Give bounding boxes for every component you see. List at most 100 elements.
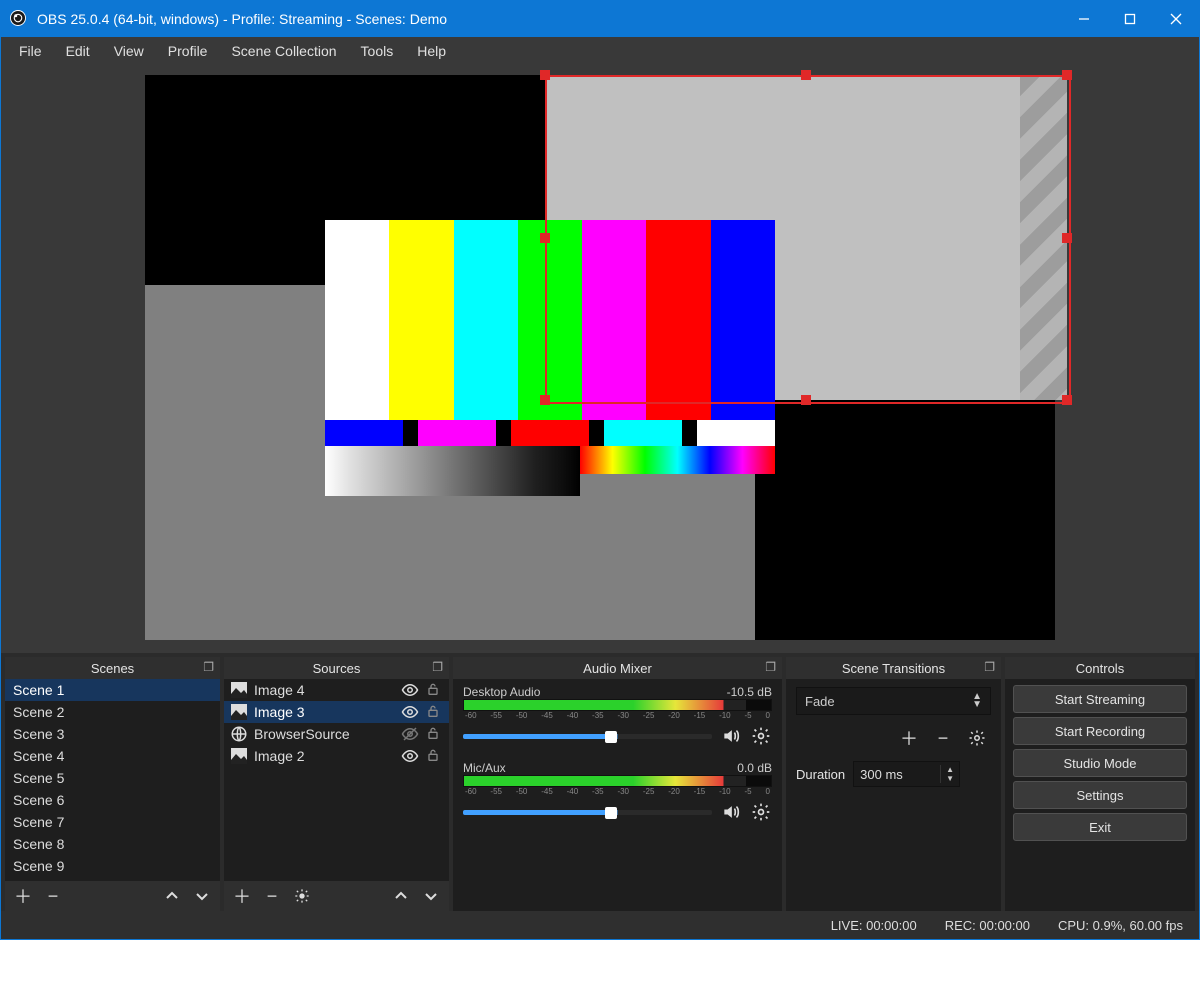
visibility-toggle-icon[interactable] xyxy=(401,681,419,699)
source-move-down-button[interactable] xyxy=(417,883,445,909)
status-cpu: CPU: 0.9%, 60.00 fps xyxy=(1058,918,1183,933)
audio-mixer-panel: Audio Mixer ❐ Desktop Audio-10.5 dB-60-5… xyxy=(453,657,782,911)
transition-remove-button[interactable]: − xyxy=(929,725,957,751)
scene-item[interactable]: Scene 9 xyxy=(5,855,220,877)
scene-item[interactable]: Scene 4 xyxy=(5,745,220,767)
start-streaming-button[interactable]: Start Streaming xyxy=(1013,685,1187,713)
chevron-updown-icon: ▲▼ xyxy=(972,693,982,709)
obs-window: OBS 25.0.4 (64-bit, windows) - Profile: … xyxy=(0,0,1200,940)
transition-settings-button[interactable] xyxy=(963,725,991,751)
settings-button[interactable]: Settings xyxy=(1013,781,1187,809)
source-add-button[interactable]: ＋ xyxy=(228,883,256,909)
preview-canvas[interactable] xyxy=(145,75,1055,640)
studio-mode-button[interactable]: Studio Mode xyxy=(1013,749,1187,777)
scene-item[interactable]: Scene 5 xyxy=(5,767,220,789)
audio-channel-name: Mic/Aux xyxy=(463,761,506,775)
selection-handle-mr[interactable] xyxy=(1062,233,1072,243)
volume-slider[interactable] xyxy=(463,734,712,739)
menu-view[interactable]: View xyxy=(102,39,156,63)
scene-item[interactable]: Scene 6 xyxy=(5,789,220,811)
scene-move-up-button[interactable] xyxy=(158,883,186,909)
transition-duration-spinner[interactable]: ▲ ▼ xyxy=(853,761,960,787)
menu-file[interactable]: File xyxy=(7,39,54,63)
undock-icon[interactable]: ❐ xyxy=(984,660,995,674)
menu-tools[interactable]: Tools xyxy=(349,39,406,63)
sources-list[interactable]: Image 4 Image 3 BrowserSource Image 2 xyxy=(224,679,449,881)
selection-handle-tr[interactable] xyxy=(1062,70,1072,80)
audio-mixer-panel-title: Audio Mixer xyxy=(583,661,652,676)
selection-handle-ml[interactable] xyxy=(540,233,550,243)
preview-layer-grayscale[interactable] xyxy=(325,446,580,496)
transitions-panel-header: Scene Transitions ❐ xyxy=(786,657,1001,679)
source-item-label: Image 2 xyxy=(254,748,395,764)
scene-item[interactable]: Scene 2 xyxy=(5,701,220,723)
transition-select[interactable]: Fade ▲▼ xyxy=(796,687,991,715)
scene-item[interactable]: Scene 7 xyxy=(5,811,220,833)
audio-settings-button[interactable] xyxy=(750,801,772,823)
scenes-panel-title: Scenes xyxy=(91,661,134,676)
scene-item[interactable]: Scene 3 xyxy=(5,723,220,745)
mute-button[interactable] xyxy=(720,801,742,823)
preview-layer-rainbow[interactable] xyxy=(580,446,775,474)
audio-channel-db: -10.5 dB xyxy=(727,685,772,699)
scene-item[interactable]: Scene 1 xyxy=(5,679,220,701)
visibility-toggle-icon[interactable] xyxy=(401,747,419,765)
scenes-panel-header: Scenes ❐ xyxy=(5,657,220,679)
start-recording-button[interactable]: Start Recording xyxy=(1013,717,1187,745)
menu-profile[interactable]: Profile xyxy=(156,39,220,63)
lock-toggle-icon[interactable] xyxy=(425,681,443,699)
obs-logo-icon xyxy=(9,9,27,30)
source-item[interactable]: BrowserSource xyxy=(224,723,449,745)
volume-slider[interactable] xyxy=(463,810,712,815)
source-item-label: Image 3 xyxy=(254,704,395,720)
menu-edit[interactable]: Edit xyxy=(54,39,102,63)
selection-handle-bm[interactable] xyxy=(801,395,811,405)
spinner-up-button[interactable]: ▲ xyxy=(941,765,959,774)
audio-channel-db: 0.0 dB xyxy=(737,761,772,775)
scene-remove-button[interactable]: − xyxy=(39,883,67,909)
preview-layer-colorbars-sub[interactable] xyxy=(325,420,775,446)
lock-toggle-icon[interactable] xyxy=(425,747,443,765)
undock-icon[interactable]: ❐ xyxy=(203,660,214,674)
globe-icon xyxy=(230,725,248,743)
visibility-toggle-icon[interactable] xyxy=(401,703,419,721)
window-title: OBS 25.0.4 (64-bit, windows) - Profile: … xyxy=(37,11,447,27)
scene-add-button[interactable]: ＋ xyxy=(9,883,37,909)
source-move-up-button[interactable] xyxy=(387,883,415,909)
exit-button[interactable]: Exit xyxy=(1013,813,1187,841)
visibility-toggle-icon[interactable] xyxy=(401,725,419,743)
undock-icon[interactable]: ❐ xyxy=(765,660,776,674)
window-close-button[interactable] xyxy=(1153,1,1199,37)
source-item[interactable]: Image 2 xyxy=(224,745,449,767)
scenes-list[interactable]: Scene 1Scene 2Scene 3Scene 4Scene 5Scene… xyxy=(5,679,220,881)
audio-mixer-panel-header: Audio Mixer ❐ xyxy=(453,657,782,679)
transition-add-button[interactable]: ＋ xyxy=(895,725,923,751)
scenes-panel: Scenes ❐ Scene 1Scene 2Scene 3Scene 4Sce… xyxy=(5,657,220,911)
undock-icon[interactable]: ❐ xyxy=(432,660,443,674)
source-remove-button[interactable]: − xyxy=(258,883,286,909)
preview-area xyxy=(1,65,1199,653)
selection-rectangle[interactable] xyxy=(545,75,1071,404)
menu-scene-collection[interactable]: Scene Collection xyxy=(219,39,348,63)
controls-panel: Controls Start StreamingStart RecordingS… xyxy=(1005,657,1195,911)
scene-move-down-button[interactable] xyxy=(188,883,216,909)
spinner-down-button[interactable]: ▼ xyxy=(941,774,959,783)
window-maximize-button[interactable] xyxy=(1107,1,1153,37)
mute-button[interactable] xyxy=(720,725,742,747)
source-item[interactable]: Image 3 xyxy=(224,701,449,723)
sources-panel: Sources ❐ Image 4Image 3BrowserSourceIma… xyxy=(224,657,449,911)
window-minimize-button[interactable] xyxy=(1061,1,1107,37)
audio-mixer-body: Desktop Audio-10.5 dB-60-55-50-45-40-35-… xyxy=(453,679,782,911)
source-item[interactable]: Image 4 xyxy=(224,679,449,701)
transition-duration-input[interactable] xyxy=(854,767,940,782)
source-properties-button[interactable] xyxy=(288,883,316,909)
scene-item[interactable]: Scene 8 xyxy=(5,833,220,855)
selection-handle-br[interactable] xyxy=(1062,395,1072,405)
audio-settings-button[interactable] xyxy=(750,725,772,747)
selection-handle-bl[interactable] xyxy=(540,395,550,405)
selection-handle-tm[interactable] xyxy=(801,70,811,80)
lock-toggle-icon[interactable] xyxy=(425,703,443,721)
menu-help[interactable]: Help xyxy=(405,39,458,63)
lock-toggle-icon[interactable] xyxy=(425,725,443,743)
selection-handle-tl[interactable] xyxy=(540,70,550,80)
